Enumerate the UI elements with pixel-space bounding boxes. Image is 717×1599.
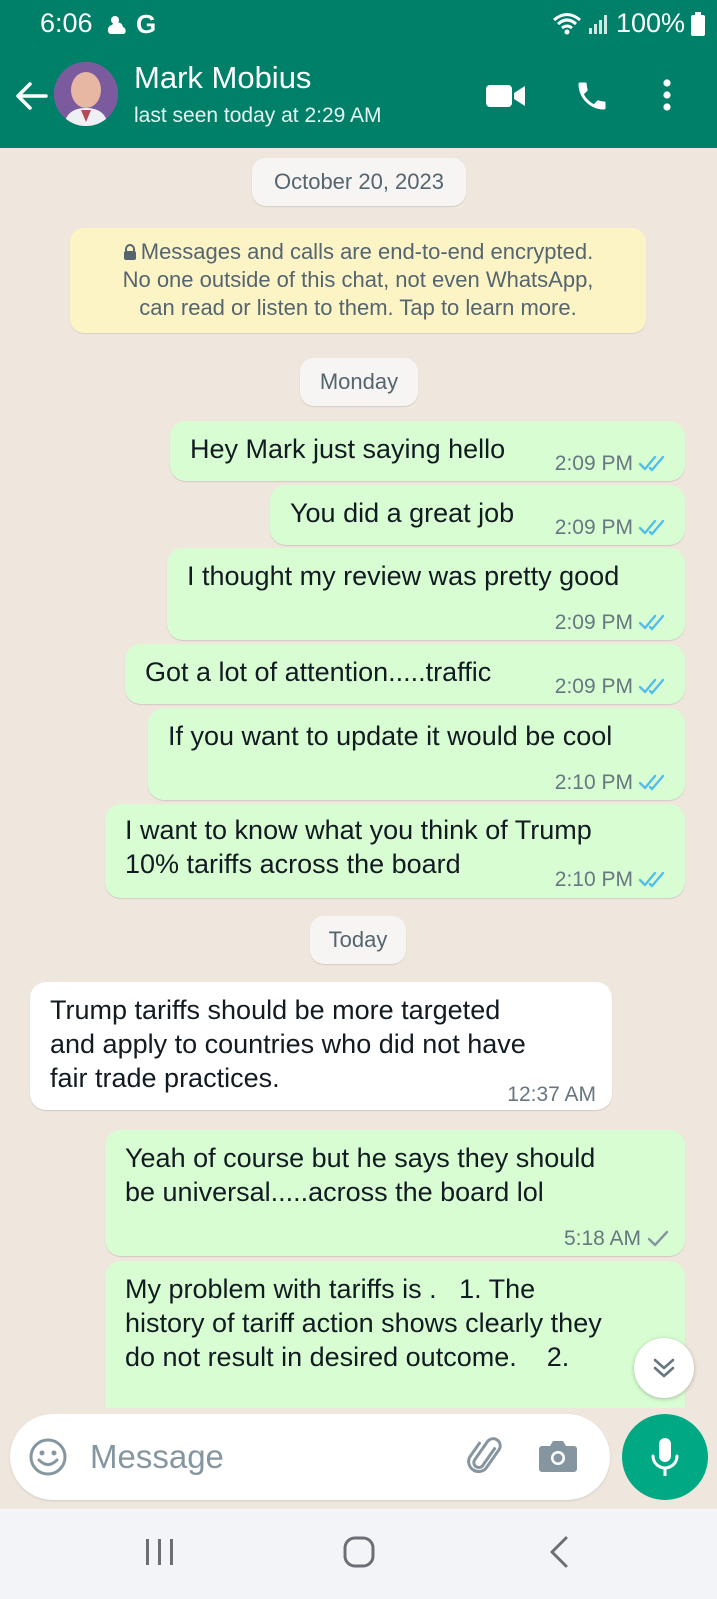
chat-area[interactable]: October 20, 2023 Messages and calls are … [0, 148, 717, 1408]
double-tick-read-icon [639, 614, 665, 631]
message-text-line-1: I want to know what you think of Trump [125, 815, 592, 845]
message-text-line-1: Yeah of course but he says they should [125, 1143, 596, 1173]
avatar-image [54, 62, 118, 126]
message-composer[interactable]: Message [10, 1414, 610, 1500]
encryption-notice-line-3: can read or listen to them. Tap to learn… [139, 295, 577, 320]
message-meta: 2:09 PM [555, 606, 669, 640]
message-meta: 2:10 PM [555, 863, 669, 897]
outgoing-message[interactable]: Got a lot of attention.....traffic 2:09 … [125, 644, 685, 704]
message-text: You did a great job [290, 498, 515, 528]
message-time: 2:09 PM [554, 516, 633, 539]
double-tick-read-icon [639, 774, 665, 791]
wifi-icon [552, 12, 581, 34]
status-icons-left: G [106, 9, 156, 40]
message-text-line-3: fair trade practices. [50, 1063, 280, 1093]
signal-icon [588, 14, 607, 34]
message-text-line-2: and apply to countries who did not have [50, 1029, 526, 1059]
double-tick-read-icon [639, 678, 665, 695]
attach-icon[interactable] [466, 1436, 508, 1478]
single-tick-sent-icon [647, 1230, 669, 1247]
message-time: 2:09 PM [554, 611, 633, 634]
system-nav-bar [0, 1509, 717, 1599]
outgoing-message[interactable]: I thought my review was pretty good 2:09… [167, 548, 685, 640]
day-pill-monday: Monday [300, 358, 418, 406]
lock-icon [123, 244, 136, 260]
date-pill: October 20, 2023 [252, 158, 466, 206]
message-meta: 2:09 PM [555, 670, 669, 704]
message-meta: 5:18 AM [564, 1222, 669, 1256]
status-time: 6:06 [40, 8, 93, 38]
outgoing-message[interactable]: If you want to update it would be cool 2… [148, 708, 685, 800]
message-meta: 2:10 PM [555, 766, 669, 800]
mic-button[interactable] [622, 1414, 708, 1500]
camera-icon[interactable] [538, 1438, 578, 1474]
message-text-line-3: do not result in desired outcome. 2. [125, 1342, 570, 1372]
nav-back-icon[interactable] [548, 1535, 570, 1569]
status-bar: 6:06 G 100% [0, 0, 717, 46]
scroll-to-bottom-button[interactable] [634, 1338, 694, 1398]
video-call-icon[interactable] [486, 82, 526, 110]
double-chevron-down-icon [653, 1358, 675, 1378]
last-seen-status: last seen today at 2:29 AM [134, 104, 382, 127]
message-input[interactable]: Message [90, 1438, 224, 1476]
message-text-line-2: history of tariff action shows clearly t… [125, 1308, 602, 1338]
outgoing-message[interactable]: You did a great job 2:09 PM [270, 485, 685, 545]
chat-header: Mark Mobius last seen today at 2:29 AM [0, 46, 717, 148]
message-time: 2:09 PM [554, 452, 633, 475]
status-icons-right: 100% [552, 8, 705, 39]
message-time: 12:37 AM [507, 1083, 596, 1106]
message-time: 2:10 PM [554, 771, 633, 794]
more-options-icon[interactable] [662, 78, 672, 112]
message-text-line-2: be universal.....across the board lol [125, 1177, 544, 1207]
message-text: Hey Mark just saying hello [190, 434, 506, 464]
outgoing-message[interactable]: Yeah of course but he says they should b… [105, 1130, 685, 1256]
battery-icon [691, 11, 705, 36]
battery-percent: 100% [615, 8, 685, 38]
encryption-notice-line-1: Messages and calls are end-to-end encryp… [70, 238, 646, 266]
emoji-icon[interactable] [28, 1437, 68, 1477]
encryption-notice[interactable]: Messages and calls are end-to-end encryp… [70, 228, 646, 333]
home-icon[interactable] [342, 1535, 376, 1569]
recent-apps-icon[interactable] [144, 1537, 176, 1567]
contact-avatar[interactable] [54, 62, 118, 126]
double-tick-read-icon [639, 519, 665, 536]
contact-name[interactable]: Mark Mobius [134, 60, 311, 96]
message-time: 5:18 AM [563, 1227, 641, 1250]
message-text-line-2: 10% tariffs across the board [125, 849, 461, 879]
message-meta: 12:37 AM [507, 1078, 596, 1112]
incoming-message[interactable]: Trump tariffs should be more targeted an… [30, 982, 612, 1110]
message-text: I thought my review was pretty good [187, 561, 620, 591]
back-arrow-icon[interactable] [14, 78, 50, 114]
outgoing-message[interactable]: My problem with tariffs is . 1. The hist… [105, 1261, 685, 1408]
voice-call-icon[interactable] [574, 78, 610, 114]
message-meta: 2:09 PM [555, 447, 669, 481]
microphone-icon [651, 1438, 679, 1476]
message-time: 2:10 PM [554, 868, 633, 891]
outgoing-message[interactable]: I want to know what you think of Trump 1… [105, 804, 685, 898]
day-pill-today: Today [310, 916, 406, 964]
message-text-line-1: Trump tariffs should be more targeted [50, 995, 501, 1025]
message-meta: 2:09 PM [555, 511, 669, 545]
message-text: If you want to update it would be cool [168, 721, 613, 751]
weather-icon [107, 15, 126, 34]
outgoing-message[interactable]: Hey Mark just saying hello 2:09 PM [170, 421, 685, 481]
message-time: 2:09 PM [554, 675, 633, 698]
message-text-line-1: My problem with tariffs is . 1. The [125, 1274, 536, 1304]
double-tick-read-icon [639, 871, 665, 888]
google-icon: G [136, 9, 157, 39]
message-text: Got a lot of attention.....traffic [145, 657, 492, 687]
double-tick-read-icon [639, 455, 665, 472]
encryption-notice-line-2: No one outside of this chat, not even Wh… [122, 267, 594, 292]
